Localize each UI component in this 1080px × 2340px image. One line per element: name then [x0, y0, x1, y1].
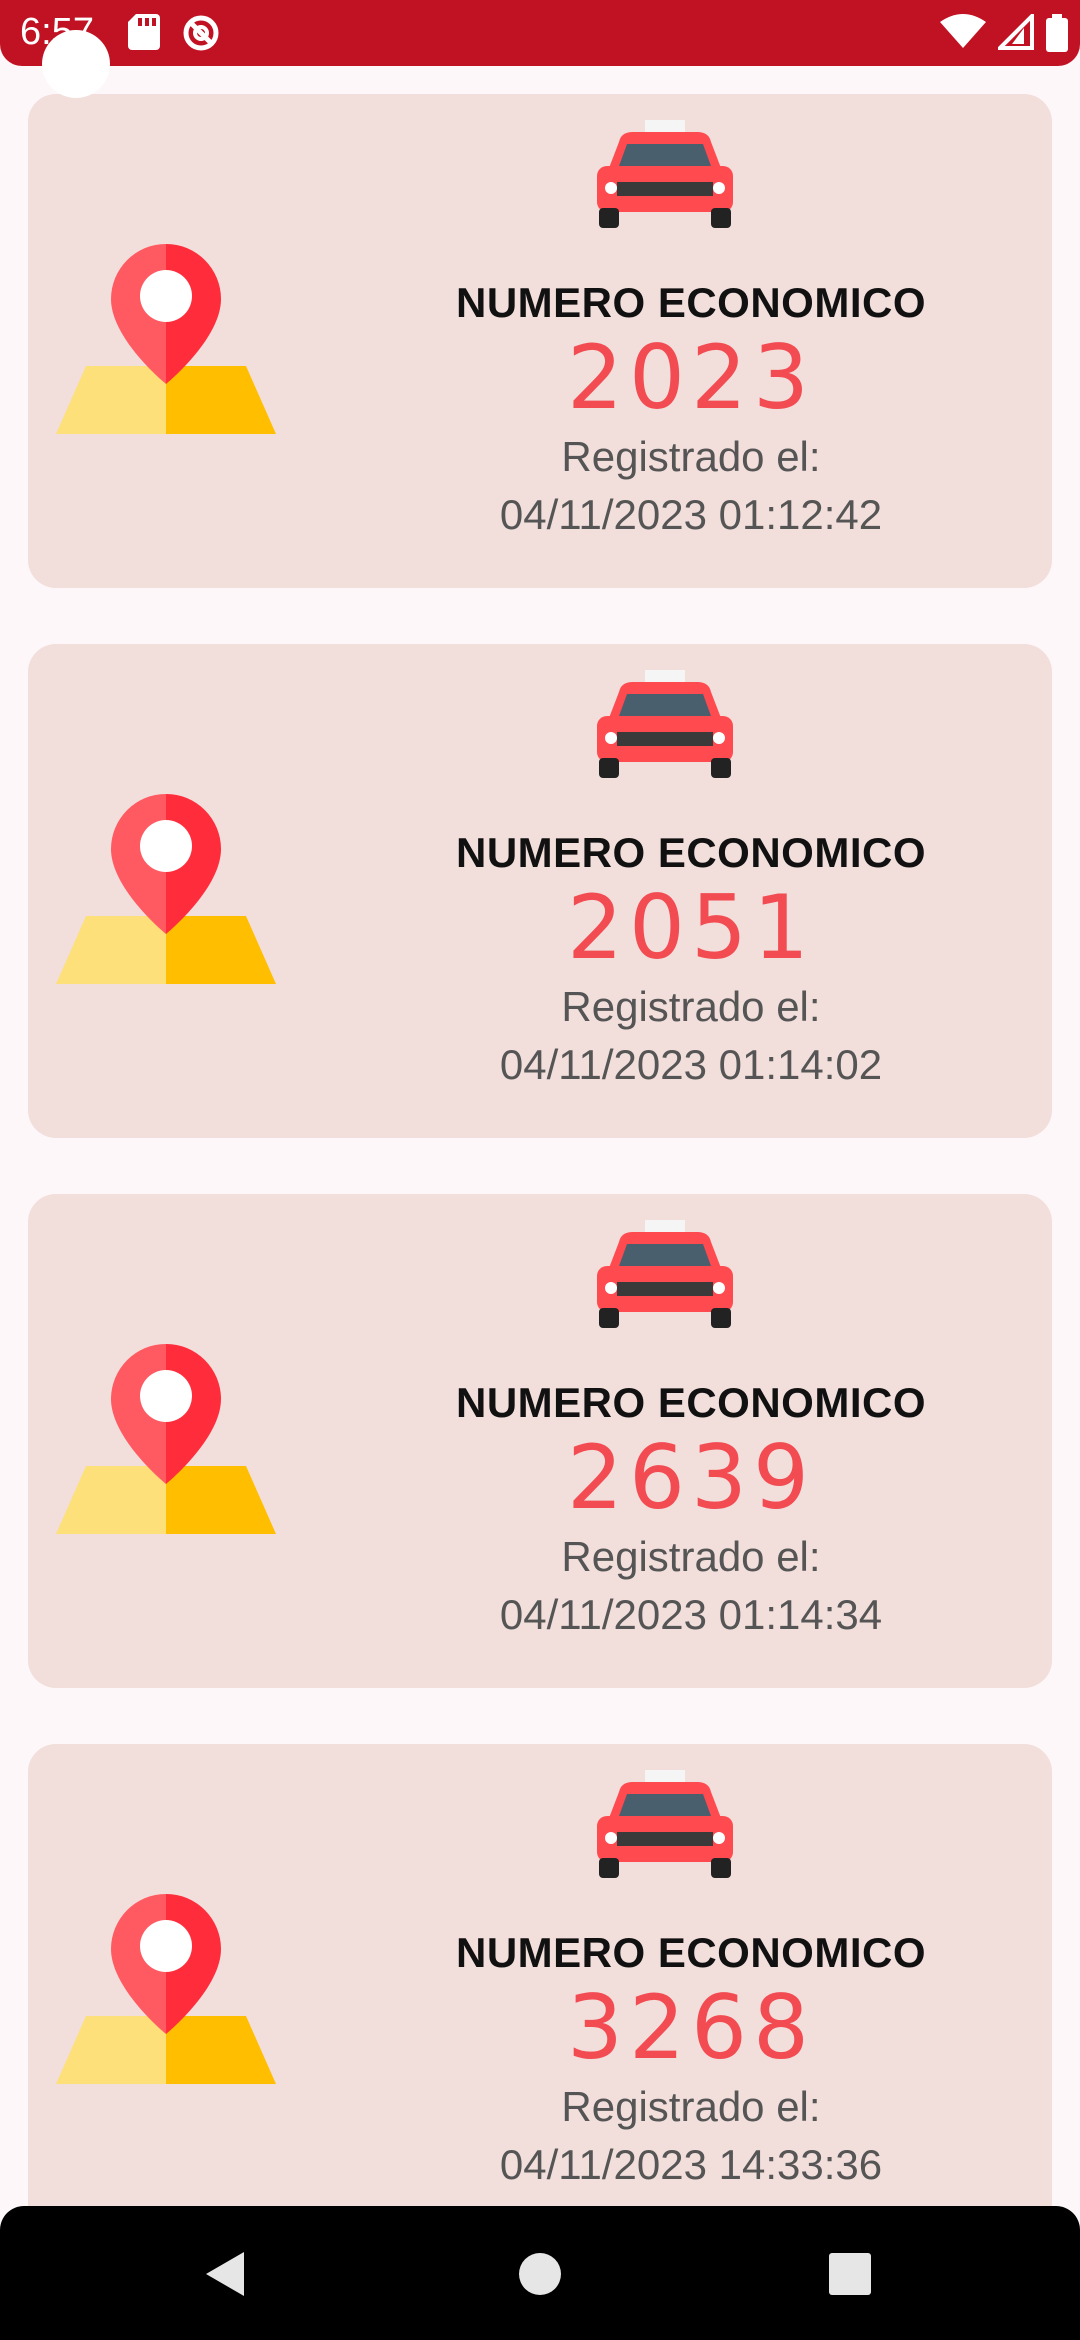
list-item[interactable]: NUMERO ECONOMICO 2023 Registrado el: 04/… — [28, 94, 1052, 588]
camera-cutout — [42, 30, 110, 98]
wifi-icon — [940, 14, 986, 48]
home-icon[interactable] — [508, 2242, 572, 2306]
numero-economico-label: NUMERO ECONOMICO — [456, 829, 926, 876]
status-bar: 6:57 — [0, 0, 1080, 66]
status-icons-left — [128, 14, 220, 52]
numero-economico-label: NUMERO ECONOMICO — [456, 1379, 926, 1426]
taxi-list[interactable]: NUMERO ECONOMICO 2023 Registrado el: 04/… — [0, 66, 1080, 2206]
recents-icon[interactable] — [818, 2242, 882, 2306]
card-text: NUMERO ECONOMICO 2639 Registrado el: 04/… — [416, 1378, 966, 1644]
list-item[interactable]: NUMERO ECONOMICO 2051 Registrado el: 04/… — [28, 644, 1052, 1138]
registered-label: Registrado el: — [561, 433, 821, 480]
numero-economico-label: NUMERO ECONOMICO — [456, 279, 926, 326]
status-icons-right — [940, 14, 1068, 52]
registered-date: 04/11/2023 14:33:36 — [499, 2141, 883, 2188]
signal-icon — [998, 14, 1034, 50]
taxi-icon — [597, 670, 733, 778]
navigation-bar — [0, 2206, 1080, 2340]
list-item[interactable]: NUMERO ECONOMICO 3268 Registrado el: 04/… — [28, 1744, 1052, 2206]
taxi-icon — [597, 1770, 733, 1878]
numero-economico-value: 3268 — [567, 1976, 815, 2079]
map-pin-icon — [56, 1344, 276, 1534]
numero-economico-value: 2023 — [567, 326, 815, 429]
registered-date: 04/11/2023 01:14:02 — [499, 1041, 883, 1088]
taxi-icon — [597, 1220, 733, 1328]
registered-label: Registrado el: — [561, 2083, 821, 2130]
card-text: NUMERO ECONOMICO 2051 Registrado el: 04/… — [416, 828, 966, 1094]
battery-icon — [1046, 14, 1068, 52]
taxi-icon — [597, 120, 733, 228]
back-icon[interactable] — [194, 2242, 258, 2306]
registered-label: Registrado el: — [561, 1533, 821, 1580]
card-text: NUMERO ECONOMICO 3268 Registrado el: 04/… — [416, 1928, 966, 2194]
map-pin-icon — [56, 244, 276, 434]
map-pin-icon — [56, 794, 276, 984]
registered-date: 04/11/2023 01:12:42 — [499, 491, 883, 538]
numero-economico-value: 2639 — [567, 1426, 815, 1529]
no-disturb-icon — [183, 15, 219, 51]
screen: 6:57 NUMERO ECONOMICO 2023 Registrado el… — [0, 0, 1080, 2340]
map-pin-icon — [56, 1894, 276, 2084]
sd-card-icon — [128, 14, 160, 50]
numero-economico-value: 2051 — [567, 876, 815, 979]
numero-economico-label: NUMERO ECONOMICO — [456, 1929, 926, 1976]
list-item[interactable]: NUMERO ECONOMICO 2639 Registrado el: 04/… — [28, 1194, 1052, 1688]
registered-date: 04/11/2023 01:14:34 — [499, 1591, 883, 1638]
card-text: NUMERO ECONOMICO 2023 Registrado el: 04/… — [416, 278, 966, 544]
registered-label: Registrado el: — [561, 983, 821, 1030]
